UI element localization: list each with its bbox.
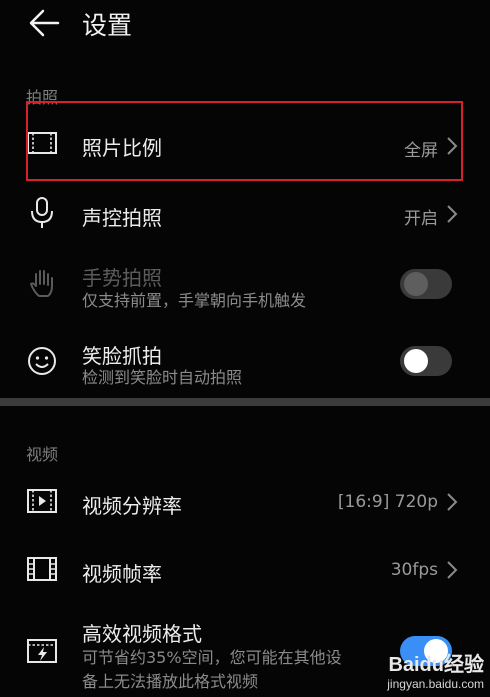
hand-icon (30, 270, 53, 297)
video-framerate-value: 30fps (390, 560, 438, 580)
setting-video-framerate[interactable]: 视频帧率 30fps (0, 538, 490, 604)
section-divider (0, 398, 490, 406)
chevron-right-icon (447, 561, 458, 579)
video-resolution-icon (27, 489, 57, 513)
setting-smile-capture[interactable]: 笑脸抓拍 检测到笑脸时自动拍照 (0, 330, 490, 396)
baidu-watermark: Baidu经验 jingyan.baidu.com (387, 648, 484, 691)
chevron-right-icon (447, 493, 458, 511)
section-label-video: 视频 (26, 445, 59, 464)
gesture-capture-subtitle: 仅支持前置，手掌朝向手机触发 (82, 291, 307, 310)
voice-capture-title: 声控拍照 (82, 206, 162, 230)
gesture-capture-toggle (400, 269, 452, 299)
smile-icon (28, 347, 56, 375)
efficient-format-subtitle-line2: 备上无法播放此格式视频 (82, 672, 259, 691)
gesture-capture-title: 手势拍照 (82, 266, 162, 290)
hevc-format-icon (27, 639, 57, 663)
watermark-logo: Baidu经验 (388, 654, 484, 676)
setting-video-resolution[interactable]: 视频分辨率 [16:9] 720p (0, 468, 490, 534)
smile-capture-toggle[interactable] (400, 346, 452, 376)
toggle-knob (404, 349, 428, 373)
watermark-url: jingyan.baidu.com (387, 677, 484, 691)
chevron-right-icon (447, 205, 458, 223)
video-framerate-title: 视频帧率 (82, 562, 162, 586)
setting-voice-capture[interactable]: 声控拍照 开启 (0, 184, 490, 244)
toggle-knob (404, 272, 428, 296)
setting-gesture-capture: 手势拍照 仅支持前置，手掌朝向手机触发 (0, 252, 490, 322)
back-arrow-icon[interactable] (28, 8, 62, 38)
voice-capture-value: 开启 (404, 209, 438, 229)
top-bar: 设置 (0, 0, 490, 60)
smile-capture-subtitle: 检测到笑脸时自动拍照 (82, 368, 243, 387)
highlight-box (26, 101, 463, 181)
video-resolution-value: [16:9] 720p (337, 492, 438, 512)
efficient-format-title: 高效视频格式 (82, 622, 202, 646)
page-title: 设置 (82, 11, 133, 40)
film-icon (27, 557, 57, 581)
efficient-format-subtitle-line1: 可节省约35%空间，您可能在其他设 (82, 648, 342, 667)
video-resolution-title: 视频分辨率 (82, 494, 182, 518)
microphone-icon (31, 197, 53, 228)
